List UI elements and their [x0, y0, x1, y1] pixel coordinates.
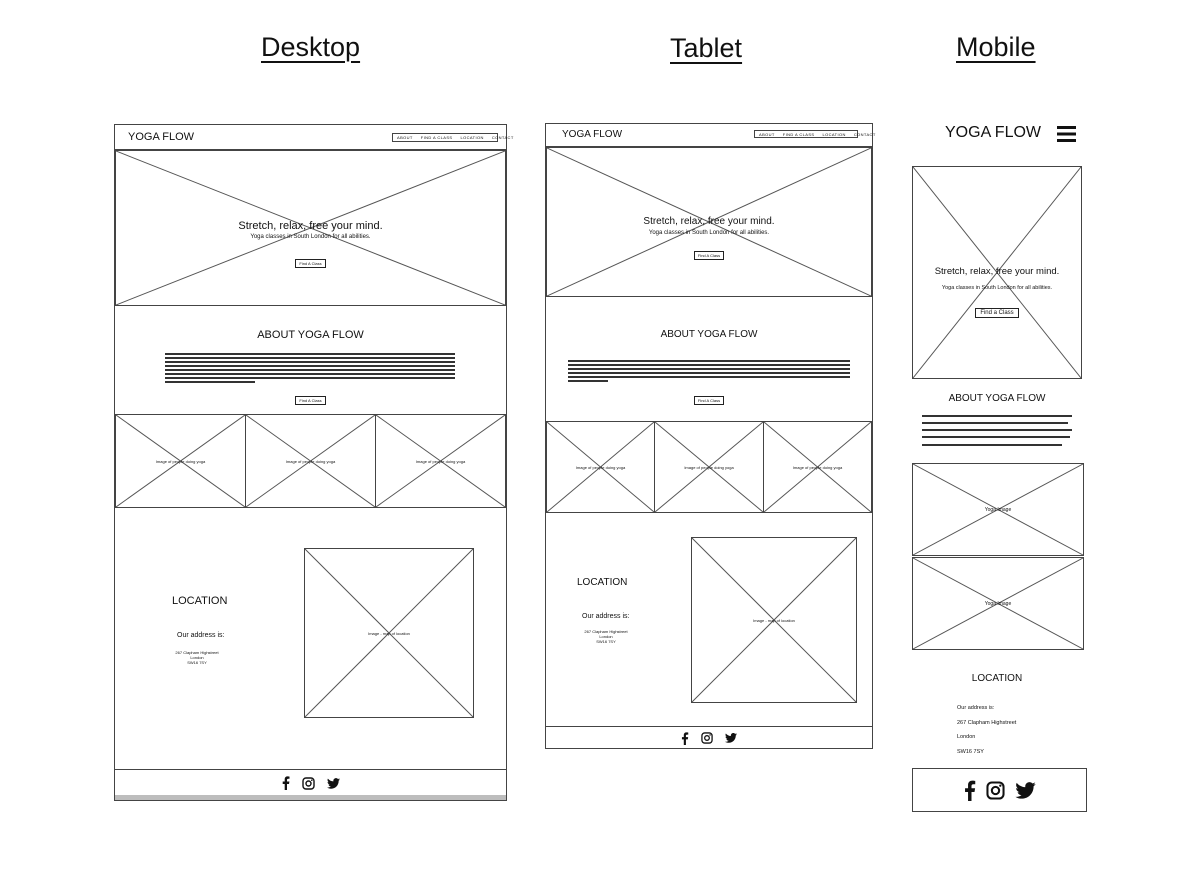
address-city: London: [957, 734, 976, 740]
gallery-image-1: Image of people doing yoga: [546, 421, 655, 513]
mobile-address-block: Our address is: 267 Clapham Highstreet L…: [957, 701, 1016, 759]
desktop-scrollbar[interactable]: [115, 795, 506, 800]
nav-contact[interactable]: CONTACT: [854, 132, 876, 137]
instagram-icon[interactable]: [301, 776, 315, 790]
about-text: [165, 353, 455, 355]
nav-location[interactable]: LOCATION: [822, 132, 845, 137]
location-title: LOCATION: [577, 577, 628, 588]
tablet-footer: [546, 726, 872, 749]
facebook-icon[interactable]: [964, 780, 976, 801]
hero-cta-button[interactable]: Find A Class: [295, 259, 326, 268]
instagram-icon[interactable]: [985, 780, 1005, 800]
mobile-gallery-caption: Yoga Image: [984, 507, 1012, 513]
mobile-location-title: LOCATION: [971, 673, 1023, 684]
desktop-footer: [115, 769, 506, 797]
facebook-icon[interactable]: [681, 731, 689, 745]
desktop-header: YOGA FLOW ABOUT FIND A CLASS LOCATION CO…: [115, 125, 513, 150]
desktop-nav: ABOUT FIND A CLASS LOCATION CONTACT: [392, 133, 513, 142]
mobile-gallery-caption: Yoga Image: [984, 601, 1012, 607]
twitter-icon[interactable]: [725, 733, 737, 743]
address-label: Our address is:: [957, 705, 995, 711]
hero-title: Stretch, relax, free your mind.: [238, 220, 383, 232]
gallery-image-3: Image of people doing yoga: [763, 421, 872, 513]
gallery-caption: Image of people doing yoga: [415, 459, 466, 464]
mobile-logo: YOGA FLOW: [945, 124, 1042, 141]
nav-location[interactable]: LOCATION: [460, 135, 483, 140]
nav-about[interactable]: ABOUT: [759, 132, 775, 137]
map-caption: Image - map of location: [368, 631, 410, 636]
desktop-wireframe: YOGA FLOW ABOUT FIND A CLASS LOCATION CO…: [114, 124, 513, 801]
mobile-heading: Mobile: [956, 32, 1036, 62]
tablet-logo: YOGA FLOW: [562, 129, 623, 140]
address-block: 267 Clapham Highstreet London SW16 7SY: [167, 650, 227, 665]
desktop-logo: YOGA FLOW: [128, 131, 195, 143]
mobile-about-text: [922, 415, 1072, 417]
tablet-about: ABOUT YOGA FLOW Find A Class: [546, 297, 872, 421]
address-postcode: SW16 7SY: [957, 748, 984, 755]
twitter-icon[interactable]: [326, 777, 340, 789]
gallery-caption: Image of people doing yoga: [684, 465, 734, 470]
about-cta-button[interactable]: Find A Class: [693, 396, 725, 405]
desktop-about: ABOUT YOGA FLOW Find A Class: [115, 306, 506, 414]
gallery-caption: Image of people doing yoga: [575, 465, 626, 470]
about-title: ABOUT YOGA FLOW: [660, 329, 758, 340]
address-label: Our address is:: [582, 613, 630, 620]
about-cta-button[interactable]: Find A Class: [295, 396, 326, 405]
mobile-gallery-image-1: Yoga Image: [912, 463, 1084, 556]
hero-subtitle: Yoga classes in South London for all abi…: [648, 230, 770, 236]
hero-cta-button[interactable]: Find A Class: [693, 251, 725, 260]
map-caption: Image - map of location: [753, 618, 795, 623]
tablet-map: Image - map of location: [691, 537, 857, 703]
about-text: [568, 360, 850, 362]
address-label: Our address is:: [177, 632, 225, 639]
gallery-caption: Image of people doing yoga: [792, 465, 843, 470]
mobile-about-title: ABOUT YOGA FLOW: [948, 393, 1046, 404]
gallery-caption: Image of people doing yoga: [285, 459, 336, 464]
desktop-map: Image - map of location: [304, 548, 474, 718]
mobile-gallery-image-2: Yoga Image: [912, 557, 1084, 650]
hamburger-menu-icon[interactable]: [1057, 126, 1076, 142]
desktop-heading: Desktop: [261, 32, 361, 62]
hero-title: Stretch, relax, free your mind.: [934, 266, 1060, 277]
about-title: ABOUT YOGA FLOW: [257, 329, 364, 341]
gallery-caption: Image of people doing yoga: [155, 459, 206, 464]
address-street: 267 Clapham Highstreet: [957, 719, 1017, 726]
tablet-hero: Stretch, relax, free your mind. Yoga cla…: [546, 147, 872, 297]
address-block: 267 Clapham Highstreet London SW16 7SY: [576, 629, 636, 644]
tablet-wireframe: YOGA FLOW ABOUT FIND A CLASS LOCATION CO…: [545, 123, 875, 749]
nav-find-class[interactable]: FIND A CLASS: [421, 135, 453, 140]
gallery-image-2: Image of people doing yoga: [245, 414, 376, 508]
mobile-footer: [912, 768, 1087, 812]
nav-contact[interactable]: CONTACT: [492, 135, 514, 140]
facebook-icon[interactable]: [282, 776, 290, 790]
tablet-header: YOGA FLOW ABOUT FIND A CLASS LOCATION CO…: [546, 124, 875, 147]
instagram-icon[interactable]: [701, 732, 713, 744]
tablet-heading: Tablet: [670, 33, 743, 63]
address-postcode: SW16 7SY: [596, 639, 616, 644]
hero-title: Stretch, relax, free your mind.: [643, 216, 775, 227]
hero-subtitle: Yoga classes in South London for all abi…: [941, 285, 1053, 291]
address-postcode: SW16 7SY: [187, 660, 207, 665]
hero-cta-button[interactable]: Find a Class: [975, 308, 1019, 318]
location-title: LOCATION: [172, 595, 228, 607]
nav-about[interactable]: ABOUT: [397, 135, 413, 140]
desktop-hero: Stretch, relax, free your mind. Yoga cla…: [115, 150, 506, 306]
tablet-nav: ABOUT FIND A CLASS LOCATION CONTACT: [754, 130, 875, 138]
gallery-image-2: Image of people doing yoga: [654, 421, 764, 513]
hero-subtitle: Yoga classes in South London for all abi…: [250, 234, 371, 240]
mobile-hero: Stretch, relax, free your mind. Yoga cla…: [912, 166, 1082, 379]
nav-find-class[interactable]: FIND A CLASS: [783, 132, 815, 137]
gallery-image-3: Image of people doing yoga: [375, 414, 506, 508]
gallery-image-1: Image of people doing yoga: [115, 414, 246, 508]
twitter-icon[interactable]: [1014, 781, 1036, 799]
